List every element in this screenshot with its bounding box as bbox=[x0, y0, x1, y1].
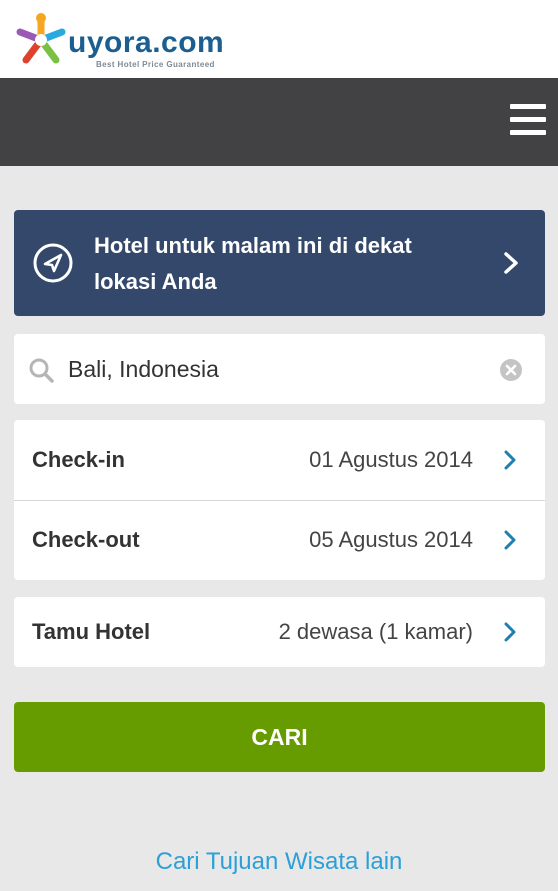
chevron-right-icon bbox=[504, 450, 516, 470]
destination-input[interactable] bbox=[68, 348, 488, 390]
checkout-row[interactable]: Check-out 05 Agustus 2014 bbox=[14, 500, 545, 580]
brand-name: uyora.com bbox=[68, 26, 225, 59]
destination-search bbox=[14, 334, 545, 404]
guests-row[interactable]: Tamu Hotel 2 dewasa (1 kamar) bbox=[14, 597, 545, 667]
checkin-row[interactable]: Check-in 01 Agustus 2014 bbox=[14, 420, 545, 500]
date-selection-card: Check-in 01 Agustus 2014 Check-out 05 Ag… bbox=[14, 420, 545, 580]
checkin-label: Check-in bbox=[32, 447, 125, 472]
chevron-right-icon bbox=[504, 252, 518, 274]
guests-value: 2 dewasa (1 kamar) bbox=[278, 619, 473, 644]
brand-tagline: Best Hotel Price Guaranteed bbox=[96, 60, 215, 69]
brand-logo[interactable]: uyora.com Best Hotel Price Guaranteed bbox=[12, 12, 242, 69]
location-arrow-icon bbox=[33, 243, 73, 283]
search-icon bbox=[29, 358, 54, 383]
chevron-right-icon bbox=[504, 622, 516, 642]
hamburger-menu-icon[interactable] bbox=[510, 104, 546, 136]
checkout-value: 05 Agustus 2014 bbox=[309, 527, 473, 552]
guests-card: Tamu Hotel 2 dewasa (1 kamar) bbox=[14, 597, 545, 667]
nav-bar bbox=[0, 78, 558, 166]
checkout-label: Check-out bbox=[32, 527, 140, 552]
other-destinations-link[interactable]: Cari Tujuan Wisata lain bbox=[0, 848, 558, 876]
chevron-right-icon bbox=[504, 530, 516, 550]
guests-label: Tamu Hotel bbox=[32, 619, 151, 644]
search-button[interactable]: CARI bbox=[14, 702, 545, 772]
nearby-hotels-banner[interactable]: Hotel untuk malam ini di dekat lokasi An… bbox=[14, 210, 545, 316]
top-bar: uyora.com Best Hotel Price Guaranteed bbox=[0, 0, 558, 78]
nearby-hotels-text: Hotel untuk malam ini di dekat lokasi An… bbox=[94, 233, 412, 294]
checkin-value: 01 Agustus 2014 bbox=[309, 447, 473, 472]
clear-icon[interactable] bbox=[499, 358, 523, 382]
logo-star-icon bbox=[16, 13, 66, 64]
